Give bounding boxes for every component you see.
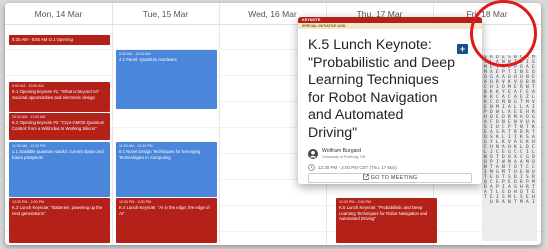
event-time: 12:30 PM - 2:00 PM CET (Thu, 17 Mar)	[318, 164, 397, 170]
event-4-1-panel[interactable]: 8:30 AM - 10:00 AM 4.1 Panel: Quantum Ha…	[116, 50, 217, 109]
event-time: 12:30 PM - 2:00 PM	[339, 200, 371, 204]
event-time: 11:00 AM - 12:30 PM	[119, 144, 153, 148]
text-column: ALEXGOHKRCNDOFIASYHJOPTMECATEU	[490, 55, 493, 205]
text-column: MSEOENTALVIRGAKTAHCLDOCURMTEHI	[532, 55, 535, 205]
event-title: K.3 Lunch Keynote: "Batteries: powering …	[12, 205, 103, 216]
event-title: 5.1 Novel Design Techniques for Emerging…	[119, 149, 201, 160]
event-1-1-session[interactable]: 11:00 AM - 12:30 PM 1.1 Scalable quantum…	[9, 142, 110, 197]
event-detail-popup: KEYNOTE SPECIAL INITIATIVE AGD K.5 Lunch…	[298, 17, 482, 184]
event-o1-opening[interactable]: 8:30 AM - 8:55 AM O.1 Opening	[9, 35, 110, 45]
tag-label: SPECIAL INITIATIVE AGD	[298, 23, 482, 29]
event-title: 4.1 Panel: Quantum Hardware	[119, 57, 178, 63]
event-time: 8:30 AM - 10:00 AM	[119, 52, 151, 56]
event-title: 1.1 Scalable quantum stacks: current sta…	[12, 149, 104, 160]
event-title: K.5 Lunch Keynote: "Probabilistic and De…	[339, 205, 428, 221]
event-time: 12:30 PM - 2:00 PM	[119, 200, 151, 204]
event-title: K.4 Lunch Keynote: "AI in the edge; the …	[119, 205, 210, 216]
external-link-icon	[362, 174, 369, 180]
text-column: ENKPAVOYAMILONCRLKAEDWNMTPIESA	[502, 55, 505, 205]
text-column: DAYEARIKCOMWEDUSKLNCTIAGOEPLIR	[496, 55, 499, 205]
speaker-affiliation: University of Freiburg, DE	[322, 155, 366, 159]
highlight-circle-annotation	[470, 0, 537, 67]
text-column: SWLTOKMECNAAREPTIVHGOMTTSEAOMN	[508, 55, 511, 205]
add-to-calendar-button[interactable]: +	[457, 44, 468, 54]
event-k4-lunch-keynote[interactable]: 12:30 PM - 2:00 PM K.4 Lunch Keynote: "A…	[116, 198, 217, 243]
event-k1-keynote[interactable]: 9:00 AM - 10:00 AM K.1 Opening keynote #…	[9, 82, 110, 112]
event-time: 9:00 AM - 10:00 AM	[12, 84, 44, 88]
event-k2-keynote[interactable]: 10:10 AM - 11:00 AM K.2 Opening keynote …	[9, 113, 110, 140]
event-k5-lunch-keynote[interactable]: 12:30 PM - 2:00 PM K.5 Lunch Keynote: "P…	[336, 198, 437, 243]
event-5-1-session[interactable]: 11:00 AM - 12:30 PM 5.1 Novel Design Tec…	[116, 142, 217, 197]
user-avatar-icon	[308, 149, 318, 159]
event-time: 10:10 AM - 11:00 AM	[12, 115, 46, 119]
speaker-name[interactable]: Wolfram Burgard	[322, 148, 361, 154]
event-title: K.1 Opening keynote #1: "What is beyond …	[12, 89, 100, 100]
text-column: RIAENBNEZMAHOUTRSKDIGMCNSPRTEA	[526, 55, 529, 205]
event-title: K.5 Lunch Keynote: "Probabilistic and De…	[308, 37, 455, 141]
column-divider	[112, 3, 113, 245]
text-column: SSMMOACBKREPHASEOGCLNUNITQDAT	[484, 55, 487, 200]
go-to-meeting-label: GO TO MEETING	[370, 175, 418, 181]
column-divider	[219, 3, 220, 245]
event-title: K.2 Opening keynote #2: "Cryo-CMOS Quant…	[12, 120, 105, 131]
event-k3-lunch-keynote[interactable]: 12:30 PM - 2:00 PM K.3 Lunch Keynote: "B…	[9, 198, 110, 243]
event-time: 12:30 PM - 2:00 PM	[12, 200, 44, 204]
event-title: 8:30 AM - 8:55 AM O.1 Opening	[12, 37, 73, 42]
day-header-mon: Mon, 14 Mar	[5, 3, 112, 25]
clock-icon	[308, 164, 315, 171]
sidebar-text-strip: SSMMOACBKREPHASEOGCLNUNITQDAT ALEXGOHKRC…	[482, 55, 537, 241]
event-time: 11:00 AM - 12:30 PM	[12, 144, 46, 148]
text-column: CSONUQRFETLEAVNDKGLCCATEIRHOSM	[520, 55, 523, 205]
go-to-meeting-button[interactable]: GO TO MEETING	[308, 173, 472, 183]
text-column: BTPIHVEAAGLEMNTRIAKCXAOUDOSHLT	[514, 55, 517, 205]
day-header-tue: Tue, 15 Mar	[112, 3, 219, 25]
